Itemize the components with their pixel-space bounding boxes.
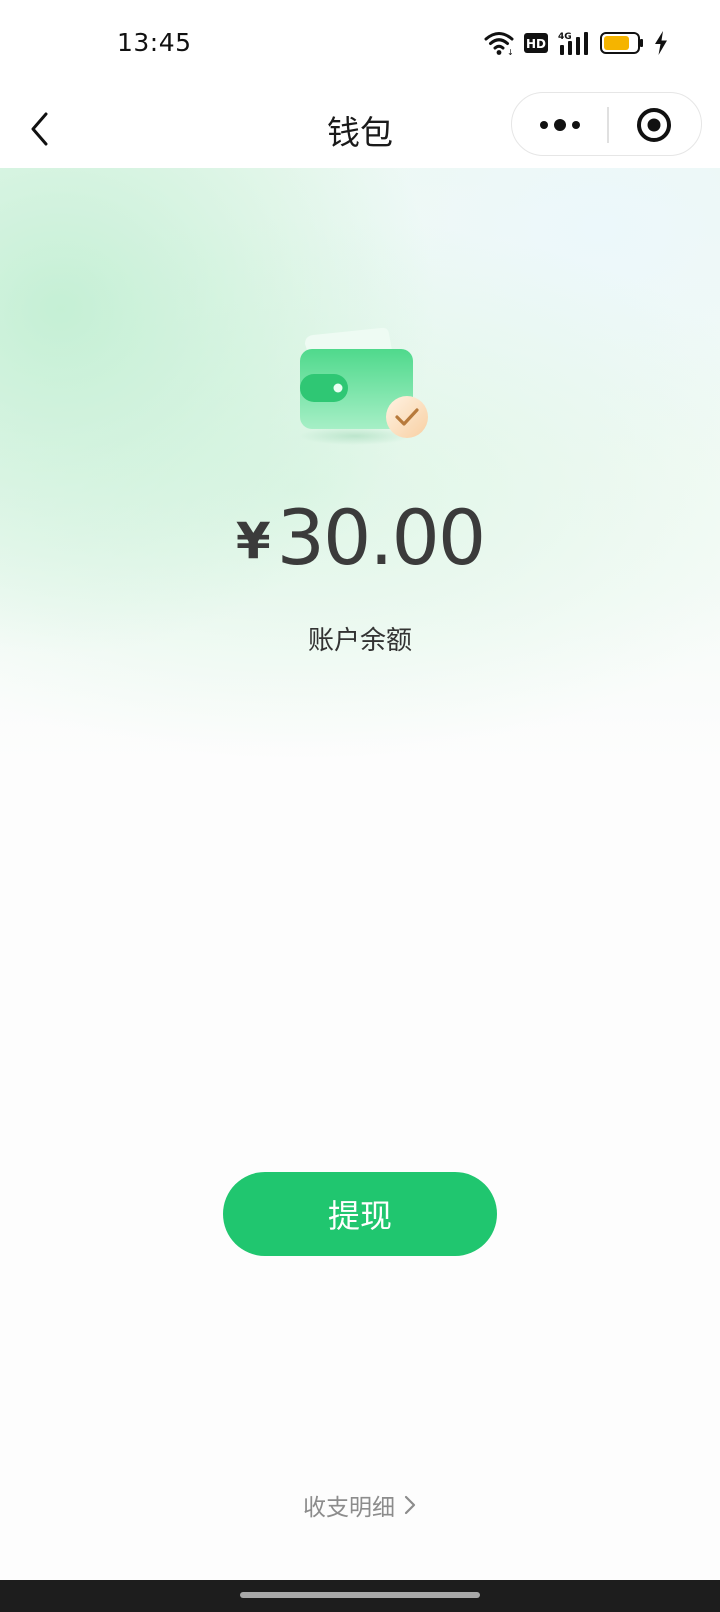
chevron-right-icon bbox=[404, 1495, 416, 1515]
more-dots-icon bbox=[540, 119, 580, 131]
mini-program-capsule bbox=[511, 92, 702, 156]
more-button[interactable] bbox=[526, 99, 596, 151]
system-nav-bar bbox=[0, 1580, 720, 1612]
status-icons: ↓ HD 4G bbox=[484, 30, 668, 60]
charging-icon bbox=[654, 31, 668, 59]
wifi-icon: ↓ bbox=[484, 30, 514, 60]
balance-value: 30.00 bbox=[276, 493, 487, 582]
wallet-content: ¥30.00 账户余额 提现 收支明细 bbox=[0, 168, 720, 1580]
svg-text:↓: ↓ bbox=[507, 48, 514, 56]
currency-symbol: ¥ bbox=[235, 512, 271, 570]
withdraw-button[interactable]: 提现 bbox=[223, 1172, 497, 1256]
nav-bar: 钱包 bbox=[0, 90, 720, 168]
details-label: 收支明细 bbox=[303, 1495, 395, 1521]
balance-label: 账户余额 bbox=[307, 626, 412, 656]
status-bar: 13:45 ↓ HD 4G bbox=[0, 0, 720, 90]
close-mini-program-button[interactable] bbox=[628, 101, 680, 149]
home-indicator[interactable] bbox=[240, 1592, 480, 1598]
capsule-divider bbox=[607, 107, 609, 143]
target-circle-icon bbox=[637, 108, 671, 142]
balance-amount: ¥30.00 bbox=[0, 493, 720, 582]
svg-text:4G: 4G bbox=[558, 32, 572, 42]
signal-4g-icon: 4G bbox=[558, 30, 590, 60]
hd-icon: HD bbox=[524, 33, 548, 57]
status-time: 13:45 bbox=[117, 28, 192, 57]
svg-text:HD: HD bbox=[526, 37, 546, 51]
transaction-details-link[interactable]: 收支明细 bbox=[0, 1488, 720, 1522]
wallet-check-icon bbox=[293, 316, 433, 446]
battery-icon bbox=[600, 32, 644, 58]
